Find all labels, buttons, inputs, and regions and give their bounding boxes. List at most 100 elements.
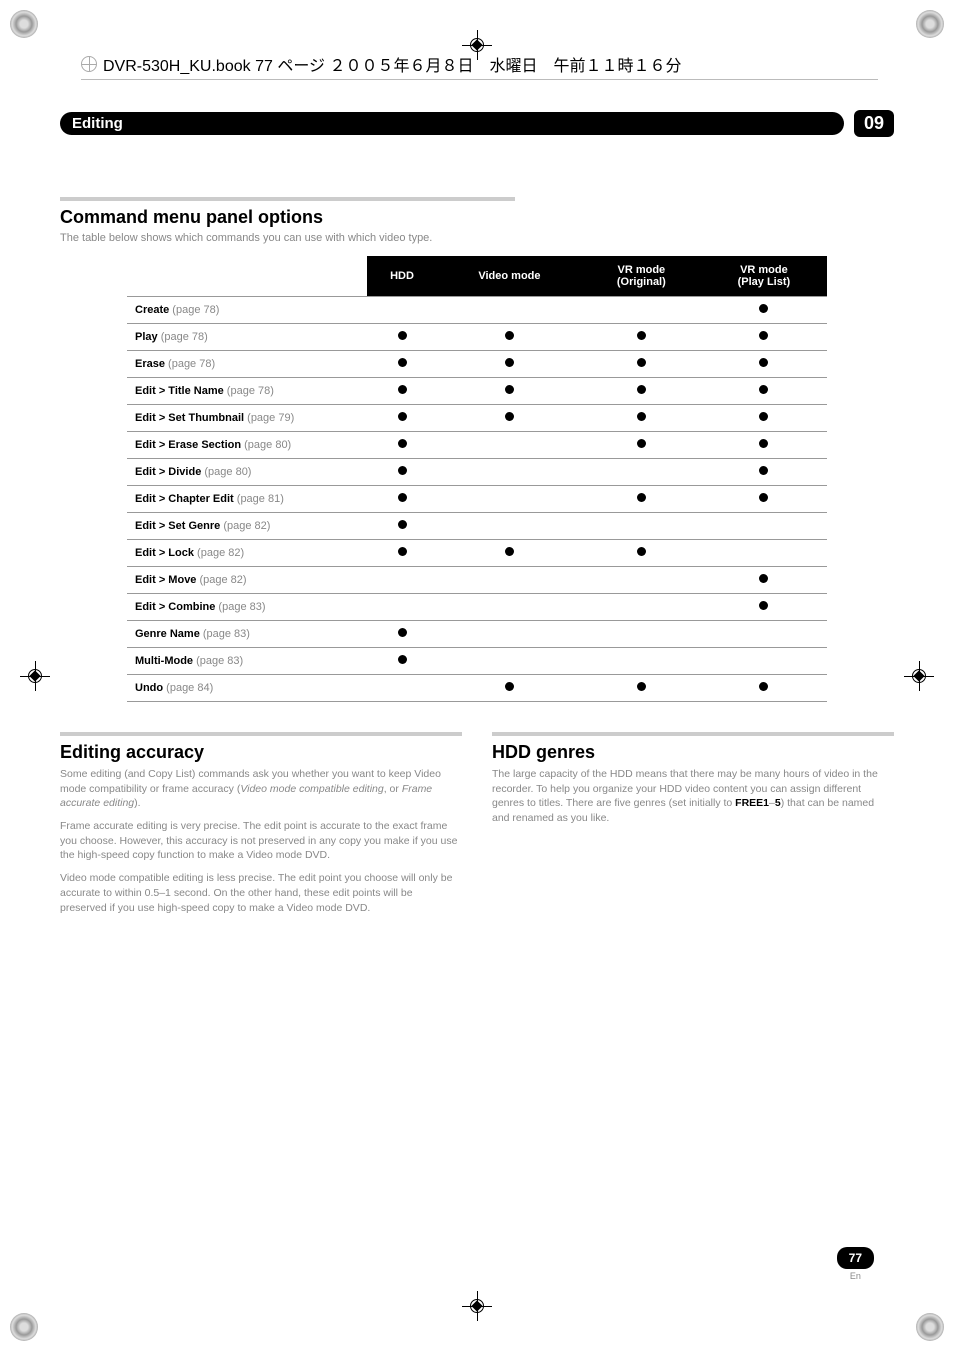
bullet-icon (505, 412, 514, 421)
row-label-cell: Edit > Set Thumbnail (page 79) (127, 405, 367, 432)
page-number: 77 (837, 1247, 874, 1269)
print-mark-icon (916, 1313, 944, 1341)
row-label-cell: Play (page 78) (127, 324, 367, 351)
bullet-icon (759, 493, 768, 502)
table-cell (582, 432, 701, 459)
table-cell (367, 324, 437, 351)
table-row: Edit > Chapter Edit (page 81) (127, 486, 827, 513)
table-column-header: Video mode (437, 256, 582, 297)
table-column-header: HDD (367, 256, 437, 297)
bullet-icon (398, 331, 407, 340)
table-cell (367, 540, 437, 567)
command-menu-desc: The table below shows which commands you… (60, 232, 894, 244)
table-row: Undo (page 84) (127, 675, 827, 702)
bullet-icon (398, 547, 407, 556)
page-language: En (837, 1271, 874, 1281)
table-cell (437, 405, 582, 432)
bullet-icon (637, 385, 646, 394)
table-cell (367, 378, 437, 405)
bullet-icon (759, 412, 768, 421)
bullet-icon (637, 493, 646, 502)
bold-text: FREE1 (735, 797, 769, 809)
hdd-genres-column: HDD genres The large capacity of the HDD… (492, 732, 894, 923)
bullet-icon (398, 655, 407, 664)
section-divider (492, 732, 894, 736)
body-paragraph: Some editing (and Copy List) commands as… (60, 767, 462, 811)
section-divider (60, 732, 462, 736)
table-column-header: VR mode(Original) (582, 256, 701, 297)
table-cell (701, 486, 827, 513)
table-cell (367, 648, 437, 675)
table-cell (367, 513, 437, 540)
bullet-icon (398, 466, 407, 475)
bullet-icon (505, 682, 514, 691)
bullet-icon (398, 628, 407, 637)
bullet-icon (398, 385, 407, 394)
bullet-icon (759, 682, 768, 691)
table-cell (701, 567, 827, 594)
table-cell (367, 297, 437, 324)
table-cell (582, 621, 701, 648)
table-cell (582, 405, 701, 432)
table-row: Edit > Set Thumbnail (page 79) (127, 405, 827, 432)
row-label-cell: Create (page 78) (127, 297, 367, 324)
bullet-icon (398, 412, 407, 421)
table-cell (367, 675, 437, 702)
bullet-icon (505, 358, 514, 367)
row-label-cell: Erase (page 78) (127, 351, 367, 378)
header-file-text: DVR-530H_KU.book 77 ページ ２００５年６月８日 水曜日 午前… (103, 52, 681, 76)
bullet-icon (759, 358, 768, 367)
row-label-cell: Edit > Move (page 82) (127, 567, 367, 594)
bullet-icon (505, 385, 514, 394)
table-row: Edit > Divide (page 80) (127, 459, 827, 486)
registration-mark-icon (462, 1291, 492, 1321)
bullet-icon (398, 520, 407, 529)
table-row: Erase (page 78) (127, 351, 827, 378)
table-cell (437, 432, 582, 459)
table-cell (437, 513, 582, 540)
command-menu-heading: Command menu panel options (60, 207, 894, 228)
body-paragraph: Video mode compatible editing is less pr… (60, 871, 462, 915)
row-label-cell: Edit > Set Genre (page 82) (127, 513, 367, 540)
editing-accuracy-heading: Editing accuracy (60, 742, 462, 763)
table-row: Genre Name (page 83) (127, 621, 827, 648)
table-cell (582, 513, 701, 540)
table-cell (701, 297, 827, 324)
table-cell (437, 378, 582, 405)
table-cell (701, 351, 827, 378)
table-cell (437, 648, 582, 675)
table-cell (582, 567, 701, 594)
chapter-title: Editing (60, 112, 844, 135)
table-cell (437, 621, 582, 648)
bullet-icon (637, 358, 646, 367)
registration-mark-icon (904, 661, 934, 691)
bullet-icon (759, 439, 768, 448)
italic-text: Video mode compatible editing (240, 783, 383, 795)
page-header-info: DVR-530H_KU.book 77 ページ ２００５年６月８日 水曜日 午前… (81, 52, 878, 80)
table-cell (367, 459, 437, 486)
table-cell (582, 351, 701, 378)
table-cell (582, 540, 701, 567)
table-cell (582, 675, 701, 702)
table-cell (367, 567, 437, 594)
table-cell (437, 594, 582, 621)
bullet-icon (398, 493, 407, 502)
text-run: , or (384, 783, 402, 795)
table-cell (367, 486, 437, 513)
bullet-icon (637, 412, 646, 421)
table-cell (437, 675, 582, 702)
bullet-icon (637, 331, 646, 340)
bullet-icon (505, 547, 514, 556)
table-row: Edit > Combine (page 83) (127, 594, 827, 621)
table-cell (582, 324, 701, 351)
row-label-cell: Edit > Combine (page 83) (127, 594, 367, 621)
table-cell (367, 405, 437, 432)
table-row: Multi-Mode (page 83) (127, 648, 827, 675)
row-label-cell: Edit > Title Name (page 78) (127, 378, 367, 405)
table-cell (701, 648, 827, 675)
table-row: Edit > Set Genre (page 82) (127, 513, 827, 540)
hdd-genres-heading: HDD genres (492, 742, 894, 763)
row-label-cell: Edit > Divide (page 80) (127, 459, 367, 486)
registration-mark-icon (20, 661, 50, 691)
table-cell (437, 459, 582, 486)
